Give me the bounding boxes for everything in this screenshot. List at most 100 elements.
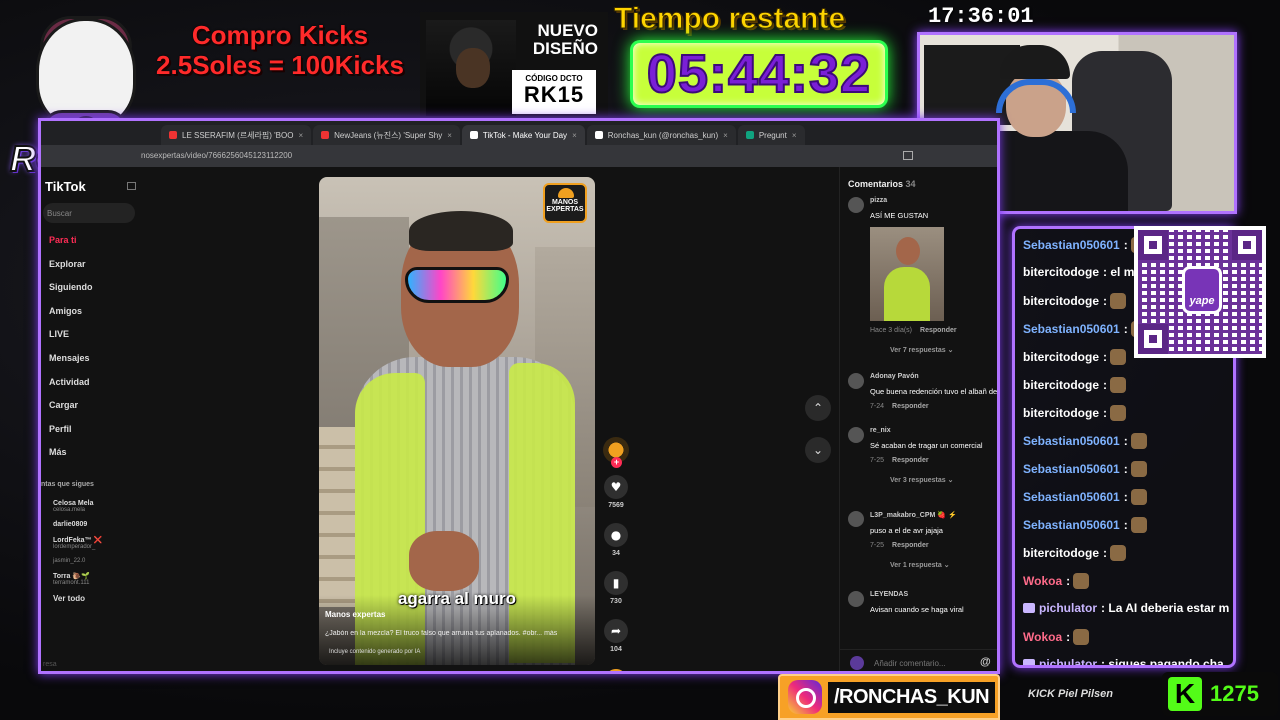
view-replies-button[interactable]: Ver 7 respuestas ⌄ [890, 346, 997, 354]
sidebar-item[interactable]: Perfil [49, 424, 93, 448]
close-tab-icon[interactable]: × [792, 131, 797, 140]
chat-username[interactable]: Sebastian050601 [1023, 490, 1120, 504]
comment-username[interactable]: re_nix [870, 427, 997, 434]
subscriber-badge-icon [1023, 659, 1035, 665]
chat-username[interactable]: pichulator [1039, 601, 1097, 615]
chat-username[interactable]: Sebastian050601 [1023, 518, 1120, 532]
comment-username[interactable]: L3P_makabro_CPM 🍓 ⚡ [870, 511, 997, 519]
sidebar-item[interactable]: Explorar [49, 259, 93, 283]
chat-message: Sebastian050601: [1023, 433, 1148, 451]
cast-icon[interactable] [903, 151, 913, 160]
followed-account[interactable]: jasmin_22.0 [53, 558, 159, 564]
reply-button[interactable]: Responder [920, 327, 957, 334]
sidebar-item[interactable]: Más [49, 447, 93, 471]
action-bookmark[interactable]: ▮ 730 [601, 571, 631, 607]
sidebar-footer: resa [43, 661, 57, 668]
commenter-avatar[interactable] [848, 427, 864, 443]
browser-tab[interactable]: NewJeans (뉴진스) 'Super Shy × [313, 125, 460, 145]
chat-username[interactable]: bitercitodoge [1023, 350, 1099, 364]
browser-tab[interactable]: LE SSERAFIM (르세라핌) 'BOO × [161, 125, 312, 145]
see-all-link[interactable]: Ver todo [53, 594, 159, 603]
close-tab-icon[interactable]: × [572, 131, 577, 140]
sidebar-item[interactable]: LIVE [49, 329, 93, 353]
chat-username[interactable]: bitercitodoge [1023, 406, 1099, 420]
chat-username[interactable]: bitercitodoge [1023, 546, 1099, 560]
close-tab-icon[interactable]: × [447, 131, 452, 140]
reply-button[interactable]: Responder [892, 542, 929, 549]
browser-tab-label: Ronchas_kun (@ronchas_kun) [607, 130, 719, 140]
comment-input[interactable]: Añadir comentario... [874, 659, 946, 668]
comment-username[interactable]: LEYENDAS [870, 591, 997, 598]
action-heart[interactable]: ♥ 7569 [601, 475, 631, 511]
reply-button[interactable]: Responder [892, 457, 929, 464]
timer-label: Tiempo restante [613, 2, 846, 36]
chat-username[interactable]: Sebastian050601 [1023, 462, 1120, 476]
sidebar-item[interactable]: Mensajes [49, 353, 93, 377]
comment-meta: Hace 3 día(s) Responder [870, 327, 997, 334]
followed-account[interactable]: Torra 🐌🌱 terramont.111 [53, 572, 159, 586]
view-replies-button[interactable]: Ver 3 respuestas ⌄ [890, 476, 997, 484]
chat-separator: : [1123, 434, 1128, 448]
commenter-avatar[interactable] [848, 511, 864, 527]
browser-tab[interactable]: TikTok - Make Your Day × [461, 125, 585, 145]
mention-icon[interactable]: @ [980, 656, 991, 668]
sidebar-item[interactable]: Siguiendo [49, 282, 93, 306]
search-input[interactable]: Buscar [43, 203, 135, 223]
sound-disc-icon[interactable] [605, 669, 627, 671]
commenter-avatar[interactable] [848, 373, 864, 389]
follow-plus-icon[interactable]: + [611, 457, 622, 468]
followed-account[interactable]: Celosa Mela celosa.mela [53, 500, 159, 513]
action-comment[interactable]: ● 34 [601, 523, 631, 559]
chat-username[interactable]: Wokoa [1023, 630, 1062, 644]
chat-username[interactable]: pichulator [1039, 657, 1097, 665]
chat-username[interactable]: bitercitodoge [1023, 294, 1099, 308]
followed-account[interactable]: LordFeka™ ❌ lordemperador_ [53, 536, 159, 550]
tiktok-logo[interactable]: TikTok [45, 179, 86, 194]
video-description[interactable]: ¿Jabón en la mezcla? El truco falso que … [325, 630, 587, 637]
action-share[interactable]: ➦ 104 [601, 619, 631, 655]
account-name: Celosa Mela [53, 500, 94, 507]
video-subtitle: agarra al muro [397, 589, 517, 608]
previous-video-button[interactable]: ⌃ [805, 395, 831, 421]
comment-username[interactable]: Adonay Pavón [870, 373, 997, 380]
reply-button[interactable]: Responder [892, 403, 929, 410]
collapse-sidebar-icon[interactable] [127, 182, 136, 190]
commenter-avatar[interactable] [848, 197, 864, 213]
browser-tab[interactable]: Pregunt × [737, 125, 805, 145]
close-tab-icon[interactable]: × [723, 131, 728, 140]
chat-username[interactable]: Sebastian050601 [1023, 238, 1120, 252]
comment-image[interactable] [870, 227, 944, 321]
creator-avatar[interactable]: + [603, 437, 629, 468]
sidebar-item[interactable]: Actividad [49, 377, 93, 401]
chat-username[interactable]: Sebastian050601 [1023, 434, 1120, 448]
sidebar-item[interactable]: Amigos [49, 306, 93, 330]
chat-username[interactable]: bitercitodoge [1023, 265, 1099, 279]
tab-strip: LE SSERAFIM (르세라핌) 'BOO × NewJeans (뉴진스) '… [41, 121, 997, 145]
comment-username[interactable]: pizza [870, 197, 997, 204]
chat-username[interactable]: Wokoa [1023, 574, 1062, 588]
commenter-avatar[interactable] [848, 591, 864, 607]
chat-text: el m [1110, 265, 1135, 279]
chat-message: pichulator: La AI deberia estar m [1023, 601, 1229, 619]
chat-username[interactable]: bitercitodoge [1023, 378, 1099, 392]
browser-tab[interactable]: Ronchas_kun (@ronchas_kun) × [586, 125, 736, 145]
next-video-button[interactable]: ⌄ [805, 437, 831, 463]
followed-account[interactable]: darlie0809 [53, 521, 159, 528]
chat-username[interactable]: Sebastian050601 [1023, 322, 1120, 336]
account-username: celosa.mela [53, 507, 86, 513]
action-count: 34 [612, 550, 620, 557]
close-tab-icon[interactable]: × [298, 131, 303, 140]
view-replies-button[interactable]: Ver 1 respuesta ⌄ [890, 561, 997, 569]
comment-icon[interactable]: ● [604, 523, 628, 547]
address-bar[interactable]: nosexpertas/video/7666256045123112200 [41, 145, 997, 167]
bookmark-icon[interactable]: ▮ [604, 571, 628, 595]
sidebar-item[interactable]: Para ti [49, 235, 93, 259]
emote-icon [1073, 629, 1090, 645]
video-author[interactable]: Manos expertas [325, 610, 385, 619]
share-icon[interactable]: ➦ [604, 619, 628, 643]
sidebar-item[interactable]: Cargar [49, 400, 93, 424]
heart-icon[interactable]: ♥ [604, 475, 628, 499]
video-player[interactable]: MANOS EXPERTAS agarra al muro Manos expe… [319, 177, 595, 665]
instagram-handle: /RONCHAS_KUN [778, 674, 1000, 720]
chat-separator: : [1123, 490, 1128, 504]
